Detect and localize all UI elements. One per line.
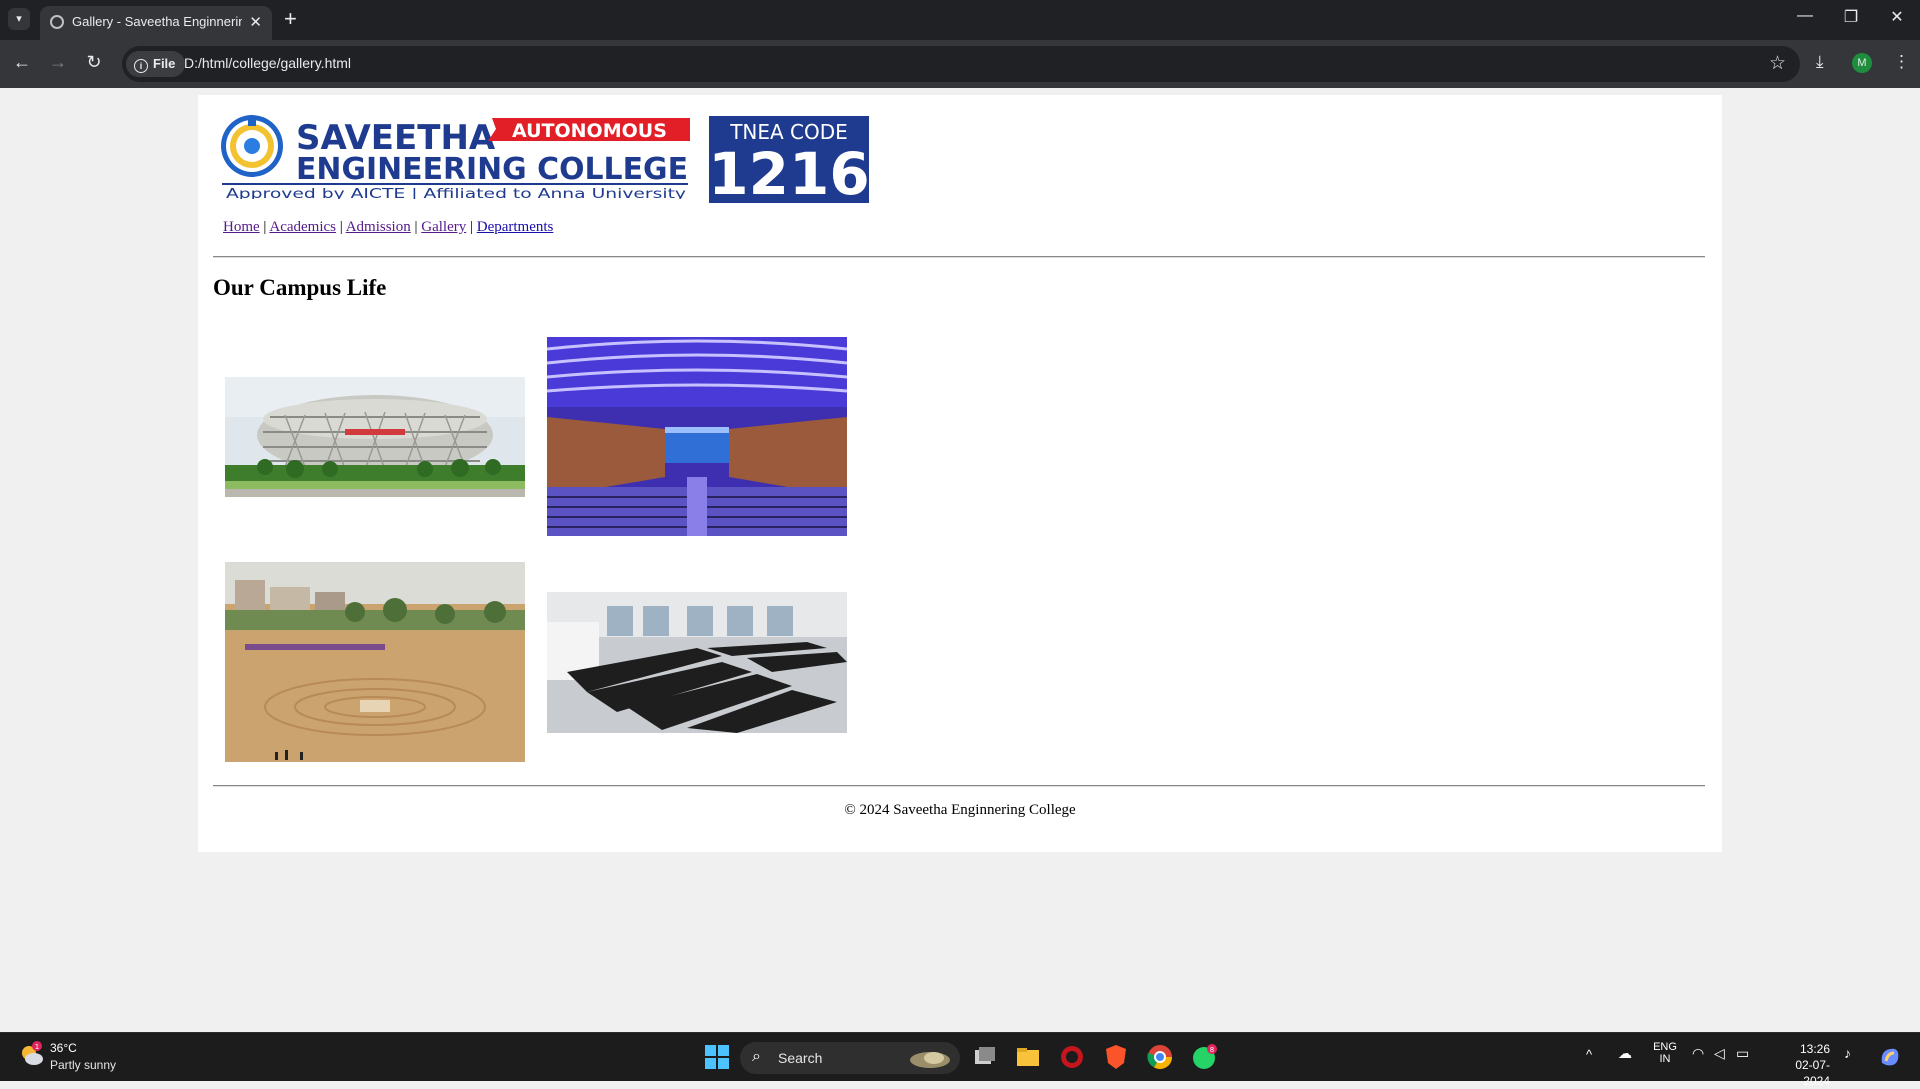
search-highlight-icon [910,1052,950,1068]
reload-icon[interactable]: ↻ [82,52,106,73]
logo-autonomous: AUTONOMOUS [512,120,667,142]
page-heading: Our Campus Life [213,275,387,300]
notification-bell-icon[interactable]: ♪ [1844,1045,1851,1061]
whatsapp-icon[interactable]: 8 [1190,1043,1218,1071]
whatsapp-badge: 8 [1210,1046,1214,1054]
security-app-icon[interactable] [1058,1043,1086,1071]
address-bar[interactable]: i File D:/html/college/gallery.html ☆ [122,46,1800,82]
college-logo: SAVEETHA AUTONOMOUS ENGINEERING COLLEGE … [221,115,690,199]
search-icon: ⌕ [752,1048,761,1065]
partly-sunny-icon: 1 [22,1041,43,1065]
battery-icon[interactable]: ▭ [1736,1045,1749,1062]
globe-icon [50,15,64,29]
main-nav: Home | Academics | Admission | Gallery |… [223,219,553,236]
tnea-code: 1216 [709,140,869,203]
new-tab-button[interactable]: + [284,6,297,32]
nav-admission-link[interactable]: Admission [346,219,411,235]
nav-separator: | [263,219,267,235]
page-container: SAVEETHA AUTONOMOUS ENGINEERING COLLEGE … [198,95,1722,852]
chip-label: File [153,56,176,71]
system-clock[interactable]: 13:26 02-07-2024 [1770,1041,1830,1089]
search-label: Search [778,1050,823,1066]
language-indicator[interactable]: ENG IN [1650,1041,1680,1065]
url-text[interactable]: D:/html/college/gallery.html [184,55,351,71]
college-emblem [221,115,283,177]
tab-search-button[interactable]: ▾ [8,8,30,30]
weather-condition: Partly sunny [50,1058,117,1072]
download-icon[interactable]: ⤓ [1816,52,1824,72]
browser-tab-strip: ▾ Gallery - Saveetha Enginnering College… [0,0,1920,40]
language-code: ENG [1653,1041,1677,1053]
browser-tab-gallery[interactable]: Gallery - Saveetha Enginnering College ✕ [40,6,272,40]
speaker-muted-icon[interactable]: ◁ [1714,1045,1725,1062]
info-icon: i [134,59,148,73]
clock-time: 13:26 [1799,1042,1830,1056]
browser-toolbar: ← → ↻ i File D:/html/college/gallery.html… [0,40,1920,88]
chevron-up-icon[interactable]: ^ [1586,1047,1592,1062]
forward-arrow-icon[interactable]: → [46,52,70,73]
window-close-icon[interactable]: ✕ [1874,7,1920,27]
nav-home-link[interactable]: Home [223,219,260,235]
footer-divider [213,785,1705,787]
header-divider [213,256,1705,258]
wifi-icon[interactable]: ◠ [1692,1045,1704,1062]
restore-icon[interactable]: ❐ [1828,7,1874,27]
minimize-icon[interactable]: — [1782,7,1828,25]
footer-copyright: © 2024 Saveetha Enginnering College [844,802,1076,818]
back-arrow-icon[interactable]: ← [10,52,34,73]
more-menu-icon[interactable]: ⋮ [1893,52,1910,72]
logo-tagline: Approved by AICTE | Affiliated to Anna U… [226,186,686,199]
gallery-photo-classroom[interactable] [547,592,847,733]
nav-departments-link[interactable]: Departments [477,219,554,235]
windows-taskbar: 1 36°C Partly sunny ⌕ Search 8 ^ ☁ ENG I… [0,1032,1920,1088]
nav-gallery-link[interactable]: Gallery [421,219,466,235]
weather-temperature: 36°C [50,1041,77,1055]
bookmark-star-icon[interactable]: ☆ [1769,52,1786,75]
nav-separator: | [339,219,343,235]
nav-separator: | [414,219,418,235]
task-view-icon[interactable] [971,1043,999,1071]
gallery-photo-playground[interactable] [225,562,525,762]
region-code: IN [1659,1053,1671,1065]
tnea-code-badge: TNEA CODE 1216 [709,116,869,203]
tab-close-icon[interactable]: ✕ [249,13,262,31]
weather-widget[interactable]: 1 [18,1041,46,1074]
nav-separator: | [469,219,473,235]
nav-academics-link[interactable]: Academics [269,219,336,235]
gallery-photo-auditorium[interactable] [547,337,847,536]
chrome-icon[interactable] [1146,1043,1174,1071]
taskbar-search-box[interactable]: ⌕ Search [740,1042,960,1074]
windows-start-icon[interactable] [703,1043,731,1071]
clock-date: 02-07-2024 [1795,1058,1830,1088]
copilot-icon[interactable] [1876,1043,1904,1071]
weather-badge: 1 [35,1043,39,1051]
tab-title: Gallery - Saveetha Enginnering College [72,14,242,29]
profile-avatar[interactable]: M [1852,53,1872,73]
gallery-photo-campus-building[interactable] [225,377,525,497]
site-info-chip[interactable]: i File [126,51,186,77]
brave-browser-icon[interactable] [1102,1043,1130,1071]
file-explorer-icon[interactable] [1014,1043,1042,1071]
logo-name-line2: ENGINEERING COLLEGE [296,152,688,187]
onedrive-icon[interactable]: ☁ [1618,1045,1632,1062]
